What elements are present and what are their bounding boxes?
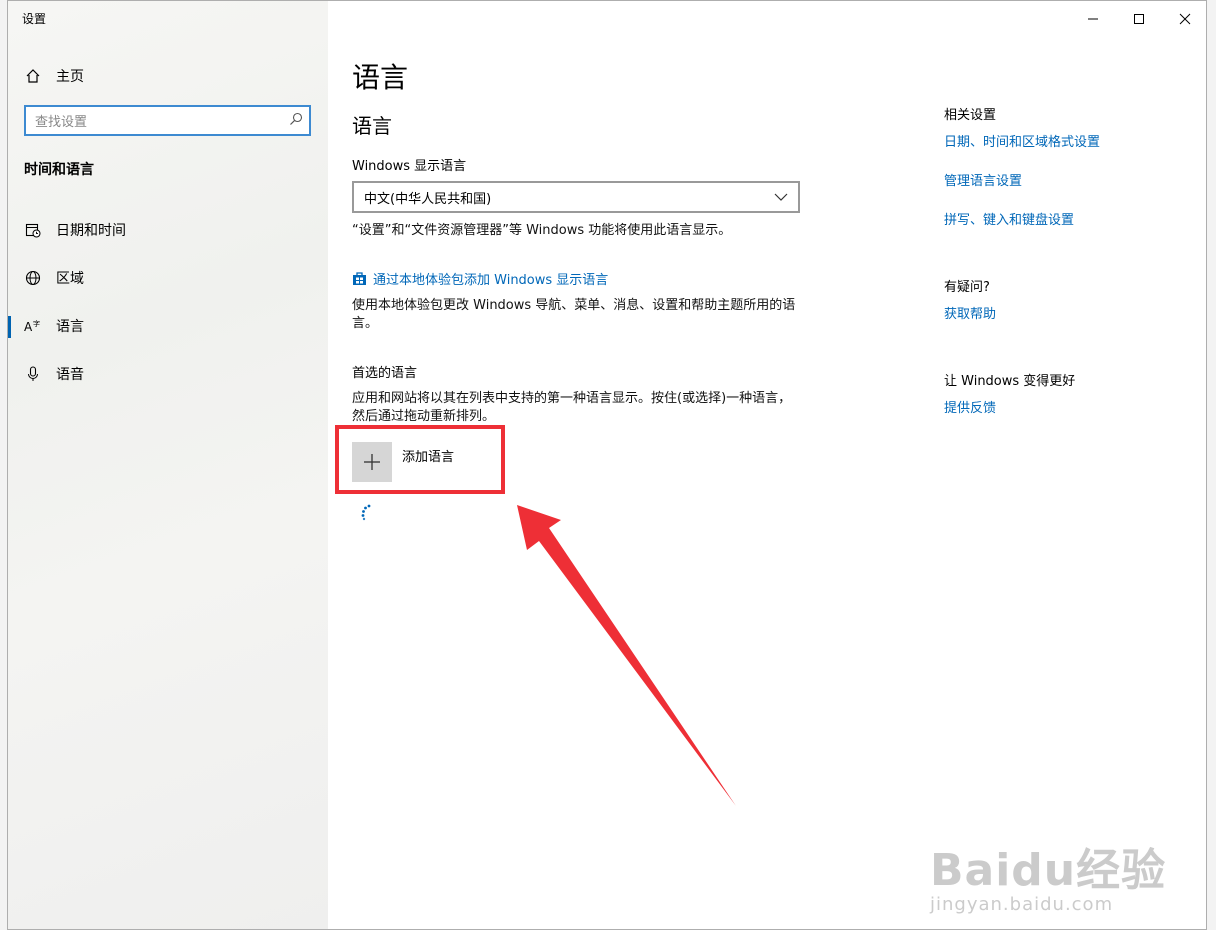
related-settings-heading: 相关设置 [944, 108, 997, 123]
sidebar-item-speech[interactable]: 语音 [8, 350, 328, 398]
sidebar-item-label: 语言 [56, 319, 84, 335]
nav-home-label: 主页 [56, 69, 84, 85]
sidebar-nav: 日期和时间 区域 A字 语言 语音 [8, 206, 328, 398]
close-button[interactable] [1162, 5, 1206, 33]
related-link-manage-language[interactable]: 管理语言设置 [944, 170, 1022, 189]
display-language-select[interactable]: 中文(中华人民共和国) [352, 181, 800, 213]
svg-text:字: 字 [33, 319, 40, 328]
preferred-languages-label: 首选的语言 [352, 366, 418, 381]
language-icon: A字 [24, 317, 42, 335]
maximize-icon [1133, 10, 1145, 29]
watermark: Baidu经验 jingyan.baidu.com [930, 834, 1166, 915]
sidebar-item-label: 语音 [56, 367, 84, 383]
search-placeholder: 查找设置 [35, 115, 88, 130]
sidebar-item-label: 区域 [56, 271, 84, 287]
app-title: 设置 [22, 12, 47, 26]
section-title: 语言 [352, 114, 392, 138]
svg-text:A: A [24, 320, 33, 334]
search-input[interactable]: 查找设置 [24, 105, 311, 136]
feedback-heading: 让 Windows 变得更好 [944, 374, 1076, 389]
minimize-button[interactable] [1070, 5, 1116, 33]
close-icon [1179, 10, 1191, 29]
microphone-icon [24, 365, 42, 383]
preferred-languages-desc: 应用和网站将以其在列表中支持的第一种语言显示。按住(或选择)一种语言，然后通过拖… [352, 391, 792, 424]
calendar-clock-icon [24, 221, 42, 239]
background-strip [0, 930, 1216, 941]
search-icon[interactable] [289, 111, 303, 130]
minimize-icon [1087, 10, 1099, 29]
loading-spinner-icon [358, 503, 374, 527]
related-link-region-format[interactable]: 日期、时间和区域格式设置 [944, 131, 1100, 150]
related-link-typing-keyboard[interactable]: 拼写、键入和键盘设置 [944, 209, 1074, 228]
home-icon [24, 67, 42, 85]
page-title: 语言 [352, 61, 409, 94]
settings-window: 设置 主页 查找设置 时间和语言 日期和时间 区域 A 字 语言 语音 语言 语… [7, 0, 1207, 930]
sidebar-item-language[interactable]: A字 语言 [8, 302, 328, 350]
add-language-pack-link[interactable]: 通过本地体验包添加 Windows 显示语言 [352, 269, 608, 290]
globe-icon [24, 269, 42, 287]
highlight-box [335, 425, 505, 494]
question-heading: 有疑问? [944, 280, 990, 295]
watermark-main: Baidu经验 [930, 845, 1167, 896]
add-language-pack-label: 通过本地体验包添加 Windows 显示语言 [373, 273, 609, 288]
display-language-value: 中文(中华人民共和国) [364, 191, 492, 207]
sidebar-item-datetime[interactable]: 日期和时间 [8, 206, 328, 254]
nav-home[interactable]: 主页 [24, 63, 84, 89]
store-icon [352, 271, 367, 290]
add-pack-desc: 使用本地体验包更改 Windows 导航、菜单、消息、设置和帮助主题所用的语言。 [352, 298, 796, 331]
sidebar-item-label: 日期和时间 [56, 223, 126, 239]
display-language-desc: “设置”和“文件资源管理器”等 Windows 功能将使用此语言显示。 [352, 223, 732, 238]
chevron-down-icon [774, 190, 788, 205]
display-language-label: Windows 显示语言 [352, 159, 467, 174]
sidebar: 设置 主页 查找设置 时间和语言 日期和时间 区域 A 字 语言 语音 [8, 1, 328, 929]
feedback-link[interactable]: 提供反馈 [944, 397, 996, 416]
sidebar-section-label: 时间和语言 [24, 162, 94, 178]
maximize-button[interactable] [1116, 5, 1162, 33]
get-help-link[interactable]: 获取帮助 [944, 303, 996, 322]
sidebar-item-region[interactable]: 区域 [8, 254, 328, 302]
